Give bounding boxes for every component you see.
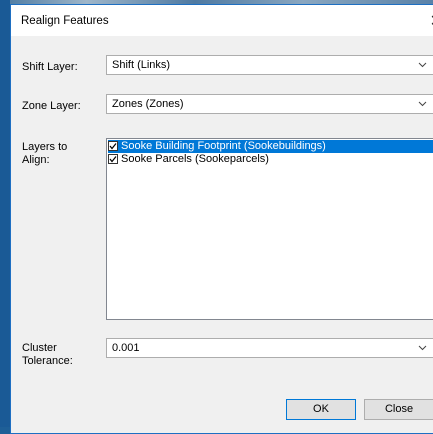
title-bar: Realign Features ✕: [11, 5, 433, 36]
list-item[interactable]: Sooke Building Footprint (Sookebuildings…: [108, 140, 433, 153]
zone-layer-dropdown[interactable]: Zones (Zones): [106, 94, 433, 114]
checkmark-icon: [109, 156, 117, 163]
zone-layer-value: Zones (Zones): [112, 98, 184, 110]
shift-layer-value: Shift (Links): [112, 59, 171, 71]
shift-layer-label: Shift Layer:: [22, 61, 78, 73]
checkbox[interactable]: [108, 154, 118, 164]
cluster-tolerance-label-line1: Cluster: [22, 342, 57, 354]
layers-to-align-label-line1: Layers to: [22, 141, 68, 153]
desktop-edge: [0, 0, 10, 427]
layers-to-align-label-line2: Align:: [22, 154, 50, 166]
layers-to-align-list[interactable]: Sooke Building Footprint (Sookebuildings…: [106, 138, 433, 320]
dialog-title: Realign Features: [21, 15, 109, 27]
cluster-tolerance-dropdown[interactable]: 0.001: [106, 338, 433, 358]
close-button[interactable]: Close: [364, 399, 433, 420]
list-item-label: Sooke Building Footprint (Sookebuildings…: [121, 140, 326, 152]
chevron-down-icon: [418, 341, 427, 358]
list-item[interactable]: Sooke Parcels (Sookeparcels): [108, 153, 269, 166]
realign-features-dialog: Realign Features ✕ Shift Layer: Shift (L…: [10, 4, 433, 434]
chevron-down-icon: [418, 97, 427, 114]
zone-layer-label: Zone Layer:: [22, 100, 81, 112]
cluster-tolerance-label-line2: Tolerance:: [22, 355, 73, 367]
checkmark-icon: [109, 143, 117, 150]
cluster-tolerance-value: 0.001: [112, 342, 140, 354]
list-item-label: Sooke Parcels (Sookeparcels): [121, 153, 269, 165]
ok-button[interactable]: OK: [286, 399, 356, 420]
checkbox[interactable]: [108, 141, 118, 151]
close-icon[interactable]: ✕: [430, 11, 433, 31]
shift-layer-dropdown[interactable]: Shift (Links): [106, 55, 433, 75]
chevron-down-icon: [418, 58, 427, 75]
